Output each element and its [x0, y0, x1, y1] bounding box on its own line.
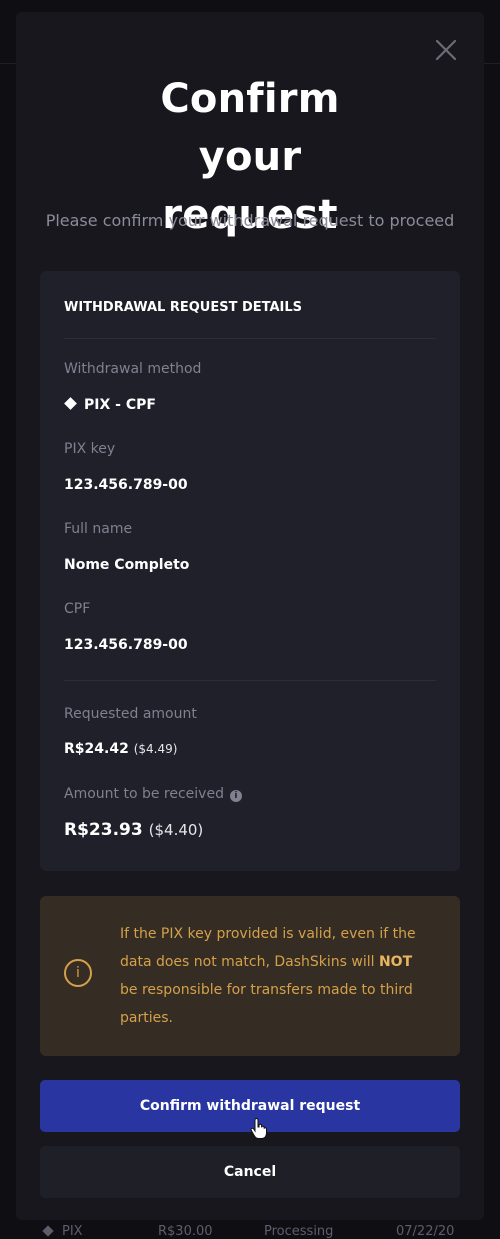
history-amount: R$30.00 — [158, 1224, 213, 1239]
close-button[interactable] — [433, 37, 459, 63]
warning-text: If the PIX key provided is valid, even i… — [120, 920, 430, 1032]
full-name-label: Full name — [64, 521, 133, 537]
method-value: PIX - CPF — [64, 397, 156, 413]
details-divider — [64, 680, 436, 681]
received-amount-brl: R$23.93 — [64, 820, 143, 840]
confirm-withdrawal-modal: Confirm your request Please confirm your… — [16, 12, 484, 1220]
cancel-button[interactable]: Cancel — [40, 1146, 460, 1198]
received-amount-label-text: Amount to be received — [64, 786, 224, 802]
warning-text-end: be responsible for transfers made to thi… — [120, 982, 413, 1026]
pix-diamond-icon — [64, 397, 77, 410]
warning-text-start: If the PIX key provided is valid, even i… — [120, 926, 416, 970]
history-date: 07/22/20 — [396, 1224, 455, 1239]
requested-amount-brl: R$24.42 — [64, 741, 129, 757]
background-history-row: PIX R$30.00 Processing 07/22/20 — [0, 1218, 500, 1239]
received-amount-value: R$23.93 ($4.40) — [64, 820, 203, 840]
cpf-value: 123.456.789-00 — [64, 637, 188, 653]
requested-amount-value: R$24.42 ($4.49) — [64, 741, 177, 757]
close-icon — [435, 39, 457, 61]
warning-notice: i If the PIX key provided is valid, even… — [40, 896, 460, 1056]
pix-diamond-icon — [42, 1225, 54, 1237]
cpf-label: CPF — [64, 601, 91, 617]
info-icon[interactable]: i — [229, 790, 242, 802]
history-status: Processing — [264, 1224, 334, 1239]
requested-amount-label: Requested amount — [64, 706, 197, 722]
modal-subtitle: Please confirm your withdrawal request t… — [45, 211, 455, 230]
hand-pointer-cursor — [250, 1118, 267, 1139]
received-amount-label: Amount to be received i — [64, 786, 242, 802]
warning-text-emphasis: NOT — [378, 954, 413, 970]
method-label: Withdrawal method — [64, 361, 202, 377]
withdrawal-details-panel: WITHDRAWAL REQUEST DETAILS Withdrawal me… — [40, 271, 460, 871]
method-value-text: PIX - CPF — [84, 397, 156, 413]
details-heading: WITHDRAWAL REQUEST DETAILS — [64, 300, 303, 315]
received-amount-usd: ($4.40) — [148, 821, 204, 839]
info-circle-icon: i — [64, 959, 92, 987]
details-divider — [64, 338, 436, 339]
history-method: PIX — [62, 1224, 83, 1239]
requested-amount-usd: ($4.49) — [133, 742, 178, 756]
full-name-value: Nome Completo — [64, 557, 190, 573]
pix-key-label: PIX key — [64, 441, 116, 457]
pix-key-value: 123.456.789-00 — [64, 477, 188, 493]
